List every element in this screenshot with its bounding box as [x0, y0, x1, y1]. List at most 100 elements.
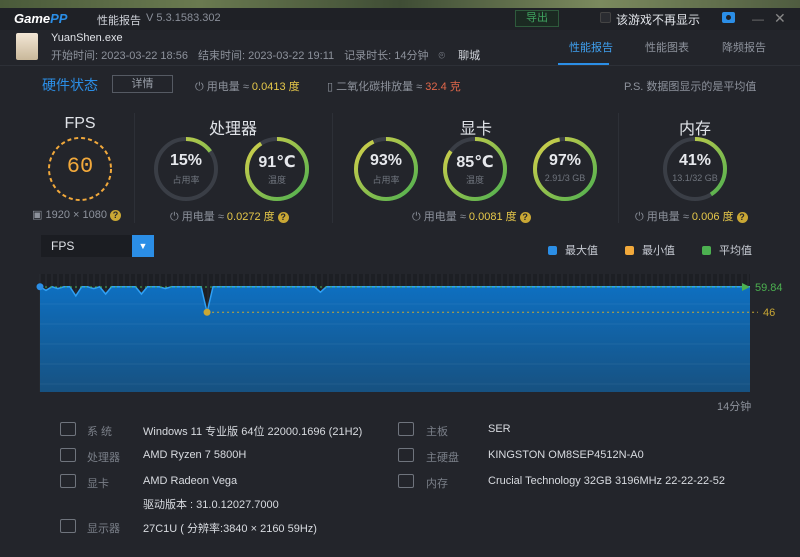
info-value: SER [488, 423, 511, 435]
help-icon[interactable]: ? [736, 212, 748, 223]
tab-performance-chart[interactable]: 性能图表 [645, 39, 689, 55]
start-time: 开始时间: 2023-03-22 18:56 [51, 50, 188, 62]
info-value: AMD Radeon Vega [143, 475, 238, 487]
city: 聊城 [458, 50, 481, 62]
ram-usage-gauge: 41% 13.1/32 GB [662, 136, 728, 202]
power-icon: ⏻ [412, 211, 421, 223]
legend-min: 最小值 [625, 242, 675, 258]
title-bar: GamePP 性能报告 V 5.3.1583.302 导出 该游戏不再显示 — … [0, 8, 800, 30]
max-marker [36, 283, 44, 291]
gpu-temp-value: 85℃ [456, 154, 494, 171]
gpu-usage-label: 占用率 [372, 175, 400, 185]
info-label: 内存 [426, 478, 448, 490]
fps-value: 60 [66, 154, 94, 179]
info-label: 主硬盘 [426, 452, 459, 464]
hardware-icon [60, 474, 76, 488]
metric-select-value: FPS [51, 239, 75, 253]
app-title: 性能报告 [97, 15, 141, 27]
cpu-usage-value: 15% [169, 152, 203, 169]
cpu-usage-label: 占用率 [172, 175, 200, 185]
gamepp-logo: GamePP [14, 11, 68, 26]
hardware-icon [60, 422, 76, 436]
info-label: 显示器 [87, 523, 120, 535]
hardware-icon [60, 519, 76, 533]
version-label: V 5.3.1583.302 [146, 12, 221, 24]
avg-label: 59.84 [755, 282, 783, 294]
location-icon: ⌾ [438, 50, 446, 62]
min-label: 46 [763, 307, 775, 319]
chart-note: P.S. 数据图显示的是平均值 [624, 81, 757, 93]
game-avatar [16, 33, 38, 60]
export-button[interactable]: 导出 [515, 10, 559, 27]
power-icon: ⏻ [635, 211, 644, 223]
gpu-power: ⏻ 用电量 ≈ 0.0081 度? [412, 208, 531, 224]
divider [332, 113, 333, 223]
hardware-icon [398, 474, 414, 488]
cpu-temp-label: 温度 [267, 175, 286, 185]
gpu-usage-value: 93% [369, 152, 403, 169]
hardware-icon [60, 448, 76, 462]
info-value: 驱动版本 : 31.0.12027.7000 [143, 499, 279, 511]
info-value: 27C1U ( 分辨率:3840 × 2160 59Hz) [143, 523, 317, 535]
gpu-temp-label: 温度 [465, 175, 484, 185]
hardware-icon [398, 448, 414, 462]
info-label: 处理器 [87, 452, 120, 464]
ram-power: ⏻ 用电量 ≈ 0.006 度? [635, 208, 748, 224]
cpu-usage-gauge: 15% 占用率 [153, 136, 219, 202]
divider [618, 113, 619, 223]
divider [134, 113, 135, 223]
cpu-power: ⏻ 用电量 ≈ 0.0272 度? [170, 208, 289, 224]
x-axis-end-label: 14分钟 [717, 401, 752, 413]
power-icon: ⏻ [195, 81, 204, 93]
desktop-background [0, 0, 800, 8]
fps-area [40, 286, 750, 392]
cpu-temp-gauge: 91℃ 温度 [244, 136, 310, 202]
fps-chart: 59.84 46 [36, 274, 783, 392]
session-meta: 开始时间: 2023-03-22 18:56 结束时间: 2023-03-22 1… [51, 47, 490, 63]
hide-game-label[interactable]: 该游戏不再显示 [616, 11, 700, 28]
tab-performance-report[interactable]: 性能报告 [569, 39, 613, 55]
info-label: 显卡 [87, 478, 109, 490]
details-button[interactable]: 详情 [112, 75, 173, 93]
gpu-memory-value: 97% [548, 152, 582, 169]
legend-max: 最大值 [548, 242, 598, 258]
legend-avg: 平均值 [702, 242, 752, 258]
hide-game-checkbox[interactable] [600, 12, 611, 23]
chevron-down-icon[interactable]: ▼ [132, 235, 154, 257]
info-value: Crucial Technology 32GB 3196MHz 22-22-22… [488, 475, 726, 487]
end-time: 结束时间: 2023-03-22 19:11 [197, 50, 335, 62]
record-duration: 记录时长: 14分钟 [344, 50, 429, 62]
info-value: AMD Ryzen 7 5800H [143, 449, 247, 461]
game-name: YuanShen.exe [51, 32, 123, 44]
fps-title: FPS [64, 115, 96, 132]
active-tab-indicator [558, 63, 609, 65]
close-button[interactable]: ✕ [774, 10, 786, 27]
session-header: YuanShen.exe 开始时间: 2023-03-22 18:56 结束时间:… [0, 30, 800, 66]
co2-icon: ▯ [327, 81, 334, 93]
min-marker [203, 308, 211, 316]
help-icon[interactable]: ? [109, 210, 121, 221]
tab-throttle-report[interactable]: 降频报告 [722, 39, 766, 55]
co2-emission: ▯ 二氧化碳排放量 ≈ 32.4 克 [327, 81, 461, 93]
help-icon[interactable]: ? [519, 212, 531, 223]
metric-select[interactable]: FPS ▼ [41, 235, 154, 257]
gpu-temp-gauge: 85℃ 温度 [442, 136, 508, 202]
total-power: ⏻ 用电量 ≈ 0.0413 度 [195, 81, 300, 93]
gamepp-window: GamePP 性能报告 V 5.3.1583.302 导出 该游戏不再显示 — … [0, 8, 800, 557]
hardware-status-title: 硬件状态 [42, 77, 98, 93]
ram-usage-value: 41% [678, 152, 712, 169]
help-icon[interactable]: ? [277, 212, 289, 223]
gpu-usage-gauge: 93% 占用率 [353, 136, 419, 202]
camera-icon[interactable] [722, 12, 735, 23]
fps-gauge: 60 [47, 136, 113, 202]
gpu-memory-label: 2.91/3 GB [544, 173, 586, 183]
info-label: 主板 [426, 426, 448, 438]
power-icon: ⏻ [170, 211, 179, 223]
minimize-button[interactable]: — [752, 12, 764, 26]
gpu-memory-gauge: 97% 2.91/3 GB [532, 136, 598, 202]
ram-usage-label: 13.1/32 GB [672, 173, 718, 183]
info-value: Windows 11 专业版 64位 22000.1696 (21H2) [143, 426, 363, 438]
hardware-icon [398, 422, 414, 436]
info-label: 系 统 [87, 426, 113, 438]
info-value: KINGSTON OM8SEP4512N-A0 [488, 449, 644, 461]
